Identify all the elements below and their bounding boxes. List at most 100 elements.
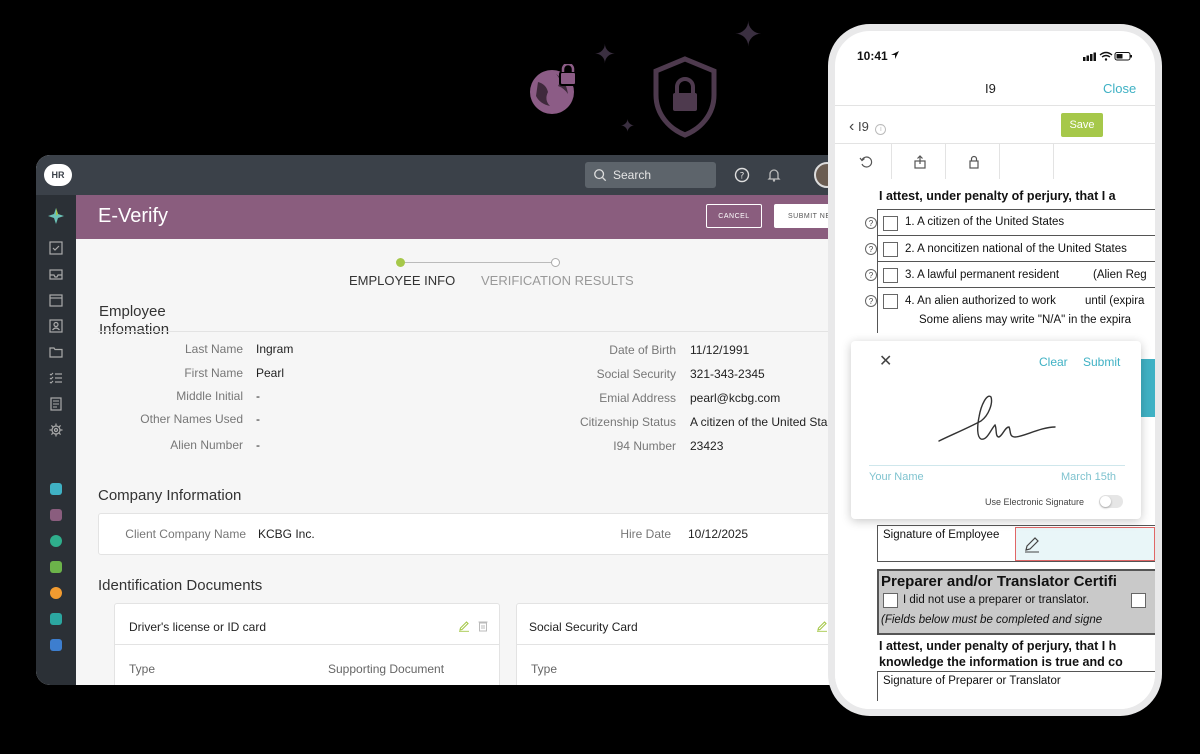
- ssn-value: 321-343-2345: [690, 367, 765, 381]
- hr-logo[interactable]: HR: [44, 164, 72, 186]
- step-dot-verification-results: [551, 258, 560, 267]
- cancel-button[interactable]: CANCEL: [706, 204, 762, 228]
- attest-text: I attest, under penalty of perjury, that…: [879, 189, 1116, 203]
- option-divider: [877, 261, 1155, 262]
- lock-icon[interactable]: [967, 155, 981, 169]
- page-header: E-Verify CANCEL SUBMIT NE: [76, 195, 896, 239]
- drivers-license-divider: [115, 644, 499, 645]
- info-icon: i: [875, 124, 887, 135]
- option-2-checkbox[interactable]: [883, 242, 898, 257]
- i94-label: I94 Number: [613, 439, 676, 453]
- app-icon-teal[interactable]: [50, 483, 62, 495]
- alien-number-value: -: [256, 438, 260, 452]
- last-name-label: Last Name: [184, 342, 243, 356]
- preparer-sig-box-top: [877, 671, 1155, 672]
- option-3-extra: (Alien Reg: [1093, 269, 1147, 281]
- electronic-signature-toggle[interactable]: [1099, 495, 1123, 508]
- last-name-value: Ingram: [256, 342, 294, 356]
- help-icon[interactable]: ?: [865, 295, 877, 307]
- citizenship-value: A citizen of the United Sta: [690, 415, 828, 429]
- checklist-icon[interactable]: [49, 241, 63, 255]
- app-icon-blue[interactable]: [50, 639, 62, 651]
- option-box-left: [877, 209, 878, 333]
- help-icon[interactable]: ?: [734, 167, 750, 183]
- option-4-note: Some aliens may write "N/A" in the expir…: [919, 314, 1132, 326]
- close-icon[interactable]: ✕: [879, 351, 892, 371]
- option-1-label: 1. A citizen of the United States: [905, 216, 1065, 228]
- hire-date-label: Hire Date: [620, 527, 671, 541]
- svg-text:?: ?: [740, 172, 745, 182]
- undo-icon[interactable]: [859, 155, 873, 169]
- your-name-label: Your Name: [869, 471, 924, 483]
- help-icon[interactable]: ?: [865, 243, 877, 255]
- clear-button[interactable]: Clear: [1039, 355, 1068, 369]
- attest-2-line-2: knowledge the information is true and co: [879, 655, 1123, 669]
- toolbar-vsep: [945, 143, 946, 179]
- step-employee-info[interactable]: EMPLOYEE INFO: [349, 273, 455, 288]
- employee-title-line1: Employee: [99, 303, 166, 320]
- employee-signature-label: Signature of Employee: [883, 529, 1000, 541]
- save-button[interactable]: Save: [1061, 113, 1103, 137]
- option-box-border: [877, 209, 1155, 210]
- signature-pad[interactable]: [931, 391, 1061, 451]
- other-names-label: Other Names Used: [140, 412, 243, 426]
- teal-side-tab: [1141, 359, 1155, 417]
- electronic-signature-label: Use Electronic Signature: [985, 497, 1085, 507]
- app-icon-green-circle[interactable]: [50, 535, 62, 547]
- middle-initial-label: Middle Initial: [176, 389, 243, 403]
- option-divider: [877, 287, 1155, 288]
- search-icon: [594, 169, 607, 182]
- gear-icon[interactable]: [49, 423, 63, 437]
- app-icon-cyan[interactable]: [50, 613, 62, 625]
- close-button[interactable]: Close: [1103, 81, 1136, 96]
- submit-button[interactable]: Submit: [1083, 355, 1120, 369]
- trash-icon[interactable]: [478, 620, 488, 632]
- employee-sig-box-left: [877, 525, 878, 561]
- folder-icon[interactable]: [49, 345, 63, 359]
- edit-icon[interactable]: [816, 620, 828, 632]
- app-icon-lime[interactable]: [50, 561, 62, 573]
- client-company-label: Client Company Name: [125, 527, 246, 541]
- attest-2-line-1: I attest, under penalty of perjury, that…: [879, 639, 1117, 653]
- app-icon-purple[interactable]: [50, 509, 62, 521]
- signature-date: March 15th: [1061, 471, 1117, 483]
- shield-lock-icon: [653, 56, 717, 138]
- share-icon[interactable]: [913, 155, 927, 169]
- option-4-checkbox[interactable]: [883, 294, 898, 309]
- calendar-icon[interactable]: [49, 293, 63, 307]
- email-value: pearl@kcbg.com: [690, 391, 781, 405]
- help-icon[interactable]: ?: [865, 269, 877, 281]
- back-button[interactable]: ‹ I9 i: [849, 118, 887, 136]
- document-icon[interactable]: [49, 397, 63, 411]
- search-input[interactable]: Search: [585, 162, 716, 188]
- preparer-checkbox-2[interactable]: [1131, 593, 1146, 608]
- option-3-checkbox[interactable]: [883, 268, 898, 283]
- edit-icon[interactable]: [458, 620, 470, 632]
- sidebar: [36, 195, 76, 685]
- option-4-extra: until (expira: [1085, 295, 1145, 307]
- step-verification-results[interactable]: VERIFICATION RESULTS: [481, 273, 634, 288]
- sparkle-icon: ✦: [734, 15, 763, 55]
- preparer-title: Preparer and/or Translator Certifi: [881, 573, 1117, 590]
- contact-card-icon[interactable]: [49, 319, 63, 333]
- back-label: I9: [857, 119, 869, 134]
- bell-icon[interactable]: [766, 167, 782, 183]
- option-1-checkbox[interactable]: [883, 216, 898, 231]
- dob-label: Date of Birth: [609, 343, 676, 357]
- pen-icon: [1025, 537, 1039, 553]
- toolbar-vsep: [891, 143, 892, 179]
- first-name-value: Pearl: [256, 366, 285, 380]
- help-icon[interactable]: ?: [865, 217, 877, 229]
- dob-value: 11/12/1991: [690, 343, 750, 357]
- drivers-license-title: Driver's license or ID card: [129, 620, 266, 634]
- brand-logo-icon[interactable]: [47, 207, 65, 225]
- preparer-checkbox[interactable]: [883, 593, 898, 608]
- sparkle-icon: ✦: [620, 116, 636, 137]
- option-3-label: 3. A lawful permanent resident: [905, 269, 1060, 281]
- preparer-sig-box-left: [877, 671, 878, 701]
- status-time: 10:41: [857, 49, 888, 63]
- option-4-label: 4. An alien authorized to work: [905, 295, 1056, 307]
- task-list-icon[interactable]: [49, 371, 63, 385]
- app-icon-orange[interactable]: [50, 587, 62, 599]
- inbox-icon[interactable]: [49, 267, 63, 281]
